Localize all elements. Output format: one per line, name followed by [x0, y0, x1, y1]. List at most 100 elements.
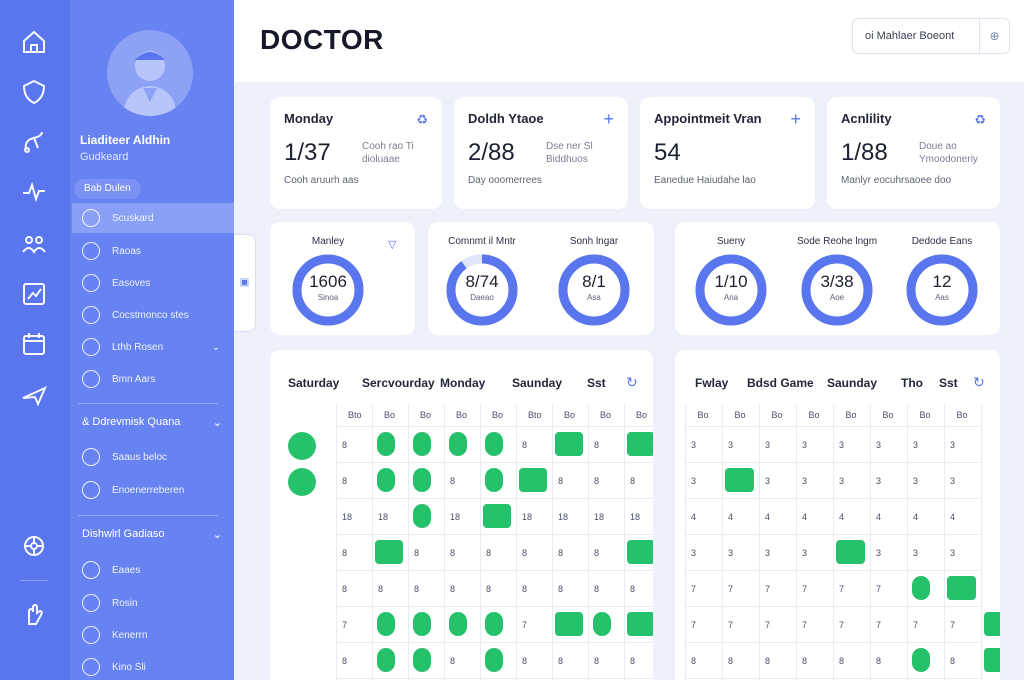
refresh-icon[interactable]: ↻	[626, 374, 638, 391]
hand-icon[interactable]	[20, 600, 48, 628]
stethoscope-icon[interactable]	[20, 128, 48, 156]
settings-icon[interactable]	[20, 532, 48, 560]
appointment-block[interactable]	[377, 612, 395, 636]
cell-label: 8	[342, 656, 348, 666]
section2-item-2[interactable]: Rosin	[72, 588, 234, 618]
section2-item-1[interactable]: Eaaes	[72, 555, 234, 585]
grid-row-line	[685, 570, 981, 571]
section2-item-4[interactable]: Kino Sli	[72, 652, 234, 680]
filter-icon[interactable]: ▽	[388, 238, 396, 251]
appointment-block[interactable]	[627, 612, 653, 636]
item-icon	[82, 658, 100, 676]
section1-item-1[interactable]: Saaus beloc	[72, 442, 234, 472]
chart-icon[interactable]	[20, 280, 48, 308]
status-dot[interactable]	[288, 468, 316, 496]
recycle-icon[interactable]: ♻	[974, 112, 986, 128]
section-header-2[interactable]: Dishwlrl Gadiaso ⌄	[82, 528, 222, 541]
appointment-block[interactable]	[377, 432, 395, 456]
refresh-icon[interactable]: ⊕	[979, 19, 1009, 53]
nav-item-4[interactable]: Cocstmonco stes	[72, 300, 234, 330]
gauge-6: Dedode Eans 12 Aas	[900, 236, 984, 328]
recycle-icon[interactable]: ♻	[416, 112, 428, 128]
section-header-1[interactable]: & Ddrevmisk Quana ⌄	[82, 416, 222, 429]
appointment-block[interactable]	[485, 432, 503, 456]
appointment-block[interactable]	[449, 432, 467, 456]
chevron-down-icon[interactable]: ⌄	[212, 342, 220, 353]
appointment-block[interactable]	[555, 432, 583, 456]
appointment-block[interactable]	[413, 468, 431, 492]
column-header: Bo	[956, 410, 968, 420]
add-icon[interactable]: +	[790, 109, 801, 130]
appointment-block[interactable]	[377, 468, 395, 492]
status-dot[interactable]	[288, 432, 316, 460]
cell-label: 7	[913, 620, 919, 630]
appointment-block[interactable]	[413, 612, 431, 636]
appointment-block[interactable]	[627, 432, 653, 456]
nav-item-5[interactable]: Lthb Rosen ⌄	[72, 332, 234, 362]
cell-label: 7	[765, 620, 771, 630]
section2-item-3[interactable]: Kenerrn	[72, 620, 234, 650]
cell-label: 7	[522, 620, 528, 630]
appointment-block[interactable]	[413, 432, 431, 456]
appointment-block[interactable]	[483, 504, 511, 528]
add-icon[interactable]: +	[603, 109, 614, 130]
sidebar-collapse-toggle[interactable]: ▣	[234, 234, 256, 332]
stat-card-1: Monday ♻ 1/37 Cooh rao Ti dioluaae Cooh …	[270, 97, 442, 209]
avatar[interactable]	[107, 30, 193, 116]
cell-label: 3	[950, 548, 956, 558]
appointment-block[interactable]	[984, 648, 1000, 672]
appointment-block[interactable]	[413, 504, 431, 528]
gauge-sub: Sinoa	[317, 293, 339, 302]
activity-icon[interactable]	[20, 178, 48, 206]
calendar-icon[interactable]	[20, 330, 48, 358]
cell-label: 8	[450, 656, 456, 666]
section1-item-2[interactable]: Enoenerreberen	[72, 475, 234, 505]
plane-icon[interactable]	[20, 380, 48, 408]
refresh-icon[interactable]: ↻	[973, 374, 985, 391]
appointment-block[interactable]	[725, 468, 754, 492]
appointment-block[interactable]	[519, 468, 547, 492]
appointment-block[interactable]	[485, 612, 503, 636]
nav-item-3[interactable]: Easoves	[72, 268, 234, 298]
consult-icon	[82, 306, 100, 324]
appointment-block[interactable]	[485, 468, 503, 492]
doctor-select[interactable]: oi Mahlaer Boeont ⊕	[852, 18, 1010, 54]
appointment-block[interactable]	[413, 648, 431, 672]
nav-item-1[interactable]: Scuskard	[72, 203, 234, 233]
cell-label: 8	[630, 476, 636, 486]
appointment-block[interactable]	[912, 648, 930, 672]
nav-item-6[interactable]: Bmn Aars	[72, 364, 234, 394]
column-header: Bto	[528, 410, 542, 420]
grid-row-line	[336, 534, 653, 535]
appointment-block[interactable]	[485, 648, 503, 672]
stat-title: Doldh Ytaoe	[468, 111, 544, 126]
nav-item-2[interactable]: Raoas	[72, 236, 234, 266]
gauge-3: Sonh lngar 8/1 Asa	[552, 236, 636, 328]
appointment-block[interactable]	[593, 612, 611, 636]
header: DOCTOR oi Mahlaer Boeont ⊕	[234, 0, 1024, 82]
appointment-block[interactable]	[947, 576, 976, 600]
grid-column-line	[408, 404, 409, 680]
appointment-block[interactable]	[912, 576, 930, 600]
section-title: & Ddrevmisk Quana	[82, 416, 181, 428]
team-icon[interactable]	[20, 230, 48, 258]
cell-label: 7	[950, 620, 956, 630]
home-icon[interactable]	[20, 28, 48, 56]
appointment-block[interactable]	[555, 612, 583, 636]
gauge-label: Comnmt il Mntr	[448, 236, 516, 247]
appointment-block[interactable]	[449, 612, 467, 636]
appointment-block[interactable]	[627, 540, 653, 564]
appointment-block[interactable]	[375, 540, 403, 564]
column-header: Bo	[564, 410, 576, 420]
cell-label: 4	[876, 512, 882, 522]
cell-label: 3	[913, 476, 919, 486]
cell-label: 3	[728, 548, 734, 558]
appointment-block[interactable]	[836, 540, 865, 564]
status-pill[interactable]: Bab Dulen	[74, 179, 141, 199]
appointment-block[interactable]	[984, 612, 1000, 636]
cell-label: 8	[450, 476, 456, 486]
cell-label: 18	[594, 512, 605, 522]
gauge-1: Manley 1606 Sinoa	[286, 236, 370, 328]
appointment-block[interactable]	[377, 648, 395, 672]
shield-icon[interactable]	[20, 78, 48, 106]
